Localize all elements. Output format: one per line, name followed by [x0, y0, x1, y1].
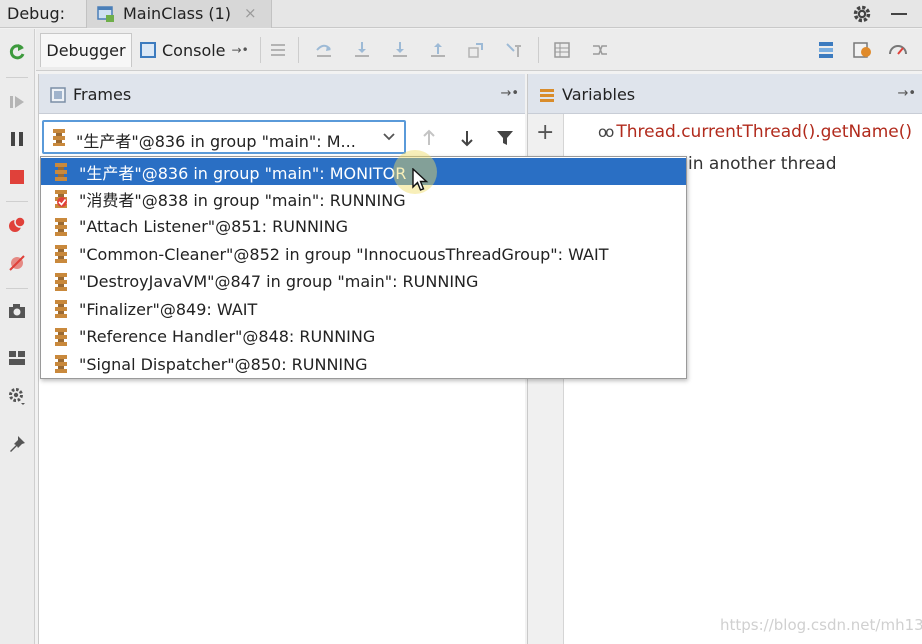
debug-tool-strip: [0, 29, 35, 644]
thread-icon: [53, 129, 65, 146]
drop-frame-icon[interactable]: [464, 38, 488, 62]
variables-title: Variables: [562, 85, 636, 104]
thread-icon: [55, 300, 67, 318]
stop-icon[interactable]: [6, 166, 28, 188]
thread-option[interactable]: "Attach Listener"@851: RUNNING: [41, 213, 686, 240]
rerun-icon[interactable]: [6, 41, 28, 63]
filter-icon[interactable]: [493, 126, 517, 150]
thread-icon: [55, 217, 67, 236]
step-into-icon[interactable]: [350, 38, 374, 62]
selected-thread-label: "生产者"@836 in group "main": M...: [76, 132, 356, 151]
variables-header: Variables →•: [528, 74, 922, 114]
chevron-down-icon: [383, 133, 395, 141]
thread-icon: [55, 272, 67, 291]
performance-gauge-icon[interactable]: [886, 38, 910, 62]
frames-title: Frames: [73, 85, 132, 104]
trace-current-stream-icon[interactable]: [588, 38, 612, 62]
thread-icon: [55, 162, 67, 181]
mouse-cursor-icon: [412, 168, 429, 191]
tab-mainclass-label: MainClass (1): [123, 4, 232, 23]
pin-arrow-icon[interactable]: →•: [897, 86, 916, 101]
console-icon: [140, 42, 156, 58]
thread-option-label: "消费者"@838 in group "main": RUNNING: [79, 191, 406, 210]
thread-option[interactable]: "生产者"@836 in group "main": MONITOR: [41, 158, 686, 185]
debug-label: Debug:: [7, 4, 66, 23]
thread-icon: [55, 245, 67, 263]
thread-selector[interactable]: "生产者"@836 in group "main": M...: [42, 120, 406, 154]
variables-icon: [540, 89, 554, 102]
force-step-into-icon[interactable]: [388, 38, 412, 62]
camera-icon[interactable]: [6, 300, 28, 322]
thread-option-label: "DestroyJavaVM"@847 in group "main": RUN…: [79, 272, 479, 291]
settings-icon[interactable]: [6, 385, 28, 407]
minimize-icon[interactable]: [891, 13, 907, 15]
thread-option-label: "Finalizer"@849: WAIT: [79, 299, 258, 319]
pin-icon[interactable]: [6, 433, 28, 455]
view-breakpoints-icon[interactable]: [6, 214, 28, 236]
debugger-toolbar: Debugger Console →•: [36, 29, 922, 71]
thread-option-label: "Reference Handler"@848: RUNNING: [79, 327, 376, 346]
thread-option[interactable]: "Reference Handler"@848: RUNNING: [41, 323, 686, 350]
pin-arrow-icon[interactable]: →•: [232, 43, 249, 57]
thread-option-label: "Attach Listener"@851: RUNNING: [79, 217, 348, 236]
thread-current-icon: [55, 190, 67, 208]
tab-console[interactable]: Console →•: [136, 33, 256, 67]
watermark: https://blog.csdn.net/mh137: [720, 616, 922, 634]
tab-mainclass[interactable]: MainClass (1) ×: [86, 0, 272, 28]
tab-debugger[interactable]: Debugger: [40, 33, 132, 67]
close-icon[interactable]: ×: [244, 4, 257, 22]
thread-icon: [55, 355, 67, 373]
thread-dropdown-list[interactable]: "生产者"@836 in group "main": MONITOR "消费者"@…: [40, 156, 687, 379]
debug-titlebar: Debug: MainClass (1) ×: [0, 0, 922, 28]
thread-option-label: "生产者"@836 in group "main": MONITOR: [79, 163, 407, 183]
run-to-cursor-icon[interactable]: [502, 38, 526, 62]
tab-console-label: Console: [162, 40, 226, 60]
layout-icon[interactable]: [6, 347, 28, 369]
mute-breakpoints-icon[interactable]: [6, 252, 28, 274]
evaluate-expression-icon[interactable]: [550, 38, 574, 62]
resume-icon[interactable]: [6, 91, 28, 113]
restore-layout-icon[interactable]: [814, 38, 838, 62]
previous-frame-icon[interactable]: [417, 126, 441, 150]
watch-icon: oo: [598, 123, 614, 141]
thread-option[interactable]: "消费者"@838 in group "main": RUNNING: [41, 186, 686, 213]
pin-arrow-icon[interactable]: →•: [500, 86, 519, 101]
watch-note: in another thread: [688, 154, 837, 174]
next-frame-icon[interactable]: [455, 126, 479, 150]
run-config-icon: [97, 6, 114, 22]
thread-option[interactable]: "DestroyJavaVM"@847 in group "main": RUN…: [41, 268, 686, 295]
thread-option[interactable]: "Common-Cleaner"@852 in group "Innocuous…: [41, 241, 686, 268]
step-over-icon[interactable]: [312, 38, 336, 62]
thread-option-label: "Common-Cleaner"@852 in group "Innocuous…: [79, 244, 609, 264]
pause-icon[interactable]: [6, 128, 28, 150]
thread-icon: [55, 327, 67, 346]
thread-option[interactable]: "Signal Dispatcher"@850: RUNNING: [41, 351, 686, 378]
watch-expression: Thread.currentThread().getName(): [616, 122, 912, 142]
add-watch-button[interactable]: +: [536, 120, 554, 145]
frames-icon: [50, 87, 66, 103]
frames-header: Frames →•: [39, 74, 525, 114]
watch-row[interactable]: oo Thread.currentThread().getName(): [598, 122, 912, 142]
thread-option-label: "Signal Dispatcher"@850: RUNNING: [79, 354, 368, 374]
thread-option[interactable]: "Finalizer"@849: WAIT: [41, 296, 686, 323]
gear-icon[interactable]: [851, 3, 873, 25]
step-out-icon[interactable]: [426, 38, 450, 62]
memory-view-icon[interactable]: [850, 38, 874, 62]
show-execution-point-icon[interactable]: [266, 38, 290, 62]
